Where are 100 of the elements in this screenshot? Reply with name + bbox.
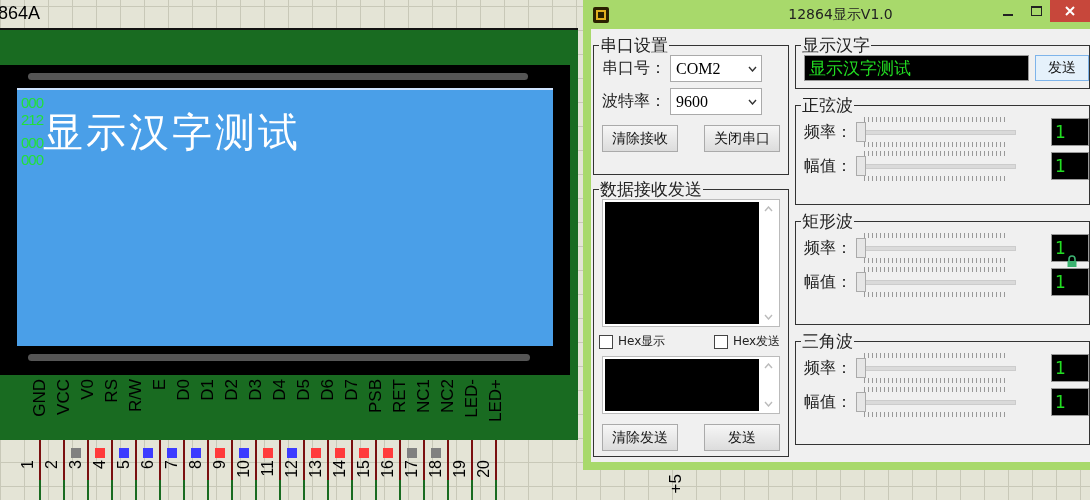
button[interactable]: 清除发送: [602, 424, 678, 451]
pin-number: 19: [452, 460, 468, 478]
pin-number: 17: [404, 460, 420, 478]
pin-number: 1: [20, 460, 36, 469]
pin-number: 15: [356, 460, 372, 478]
pin-label: D5: [294, 379, 314, 401]
pin-label: D2: [222, 379, 242, 401]
field-label: 串口号：: [602, 58, 666, 79]
slider[interactable]: [856, 231, 1017, 265]
slider-label: 频率：: [804, 237, 853, 259]
pin-label: D1: [198, 379, 218, 401]
pin-wire: [471, 440, 473, 500]
group-title: 正弦波: [801, 95, 855, 115]
pin-wire: [183, 440, 185, 500]
value-display: 1: [1051, 388, 1089, 416]
pin-wire: [351, 440, 353, 500]
app-icon: [593, 6, 609, 23]
pin-label: D7: [342, 379, 362, 401]
pin-wire: [231, 440, 233, 500]
text-area[interactable]: [602, 356, 781, 414]
value-display: 1: [1051, 268, 1089, 296]
pin-wire: [399, 440, 401, 500]
pin-label: LED-: [462, 379, 482, 418]
pin-wire: [279, 440, 281, 500]
pin-label: D6: [318, 379, 338, 401]
pin-wire: [135, 440, 137, 500]
pin-wire: [327, 440, 329, 500]
caret-icon: [748, 65, 757, 72]
status-number: 000: [21, 134, 44, 151]
lcd-text: 显示汉字测试: [43, 109, 302, 155]
slider-thumb[interactable]: [856, 358, 867, 378]
text-area[interactable]: [602, 199, 781, 327]
close-button[interactable]: [1050, 0, 1090, 22]
slider[interactable]: [856, 115, 1017, 149]
status-number: 212: [21, 111, 44, 128]
button[interactable]: 清除接收: [602, 125, 678, 152]
button[interactable]: 关闭串口: [704, 125, 781, 152]
pin-label: NC1: [414, 379, 434, 413]
group-title: 串口设置: [599, 35, 669, 55]
pin-label: GND: [30, 379, 50, 417]
pin-number: 20: [476, 460, 492, 478]
slider-thumb[interactable]: [856, 272, 867, 292]
pin-number: 18: [428, 460, 444, 478]
group-title: 显示汉字: [801, 35, 872, 55]
pin-number: 14: [332, 460, 348, 478]
pin-label: RS: [102, 379, 122, 403]
pin-wire: [255, 440, 257, 500]
send-button[interactable]: 发送: [1035, 55, 1089, 81]
pin-number: 10: [236, 460, 252, 478]
checkbox-label: Hex发送: [732, 333, 781, 350]
checkbox-label: Hex显示: [618, 333, 666, 350]
scroll-down-icon[interactable]: [763, 401, 773, 407]
slider-label: 频率：: [804, 121, 853, 143]
checkbox[interactable]: [713, 334, 728, 349]
slider-label: 幅值：: [804, 271, 853, 293]
slider-label: 幅值：: [804, 391, 853, 413]
pin-number: 7: [164, 460, 180, 469]
slider-thumb[interactable]: [856, 156, 867, 176]
dropdown[interactable]: 9600: [670, 88, 762, 115]
pin-label: D0: [174, 379, 194, 401]
slider[interactable]: [856, 149, 1017, 183]
pin-label: NC2: [438, 379, 458, 413]
dropdown[interactable]: COM2: [670, 55, 762, 82]
pin-label: D4: [270, 379, 290, 401]
group-title: 数据接收发送: [599, 179, 703, 199]
pin-number: 9: [212, 460, 228, 469]
scroll-up-icon[interactable]: [763, 206, 773, 212]
text-input[interactable]: 显示汉字测试: [804, 55, 1029, 81]
pin-label: R/W: [126, 379, 146, 413]
slider-thumb[interactable]: [856, 238, 867, 258]
group-title: 矩形波: [801, 211, 855, 231]
status-number: 000: [21, 151, 44, 168]
close-icon: [1065, 6, 1075, 16]
scroll-down-icon[interactable]: [763, 314, 773, 320]
button[interactable]: 发送: [704, 424, 781, 451]
pin-wire: [447, 440, 449, 500]
slider[interactable]: [856, 351, 1017, 385]
pin-number: 2: [44, 460, 60, 469]
pin-number: 4: [92, 460, 108, 469]
pin-label: PSB: [366, 379, 386, 414]
slider[interactable]: [856, 385, 1017, 419]
pin-label: RET: [390, 379, 410, 413]
pin-number: 13: [308, 460, 324, 478]
pin-number: 16: [380, 460, 396, 478]
pin-wire: [159, 440, 161, 500]
slider-label: 频率：: [804, 357, 853, 379]
pin-wire: [375, 440, 377, 500]
slider[interactable]: [856, 265, 1017, 299]
pin-number: 5: [116, 460, 132, 469]
pin-wire: [39, 440, 41, 500]
slider-thumb[interactable]: [856, 122, 867, 142]
minimize-icon: [1003, 14, 1013, 16]
pin-number: 6: [140, 460, 156, 469]
pin-label: LED+: [486, 379, 506, 422]
pin-wire: [423, 440, 425, 500]
scroll-up-icon[interactable]: [763, 363, 773, 369]
checkbox[interactable]: [599, 334, 613, 349]
pin-wire: [111, 440, 113, 500]
pin-label: D3: [246, 379, 266, 401]
slider-thumb[interactable]: [856, 392, 867, 412]
